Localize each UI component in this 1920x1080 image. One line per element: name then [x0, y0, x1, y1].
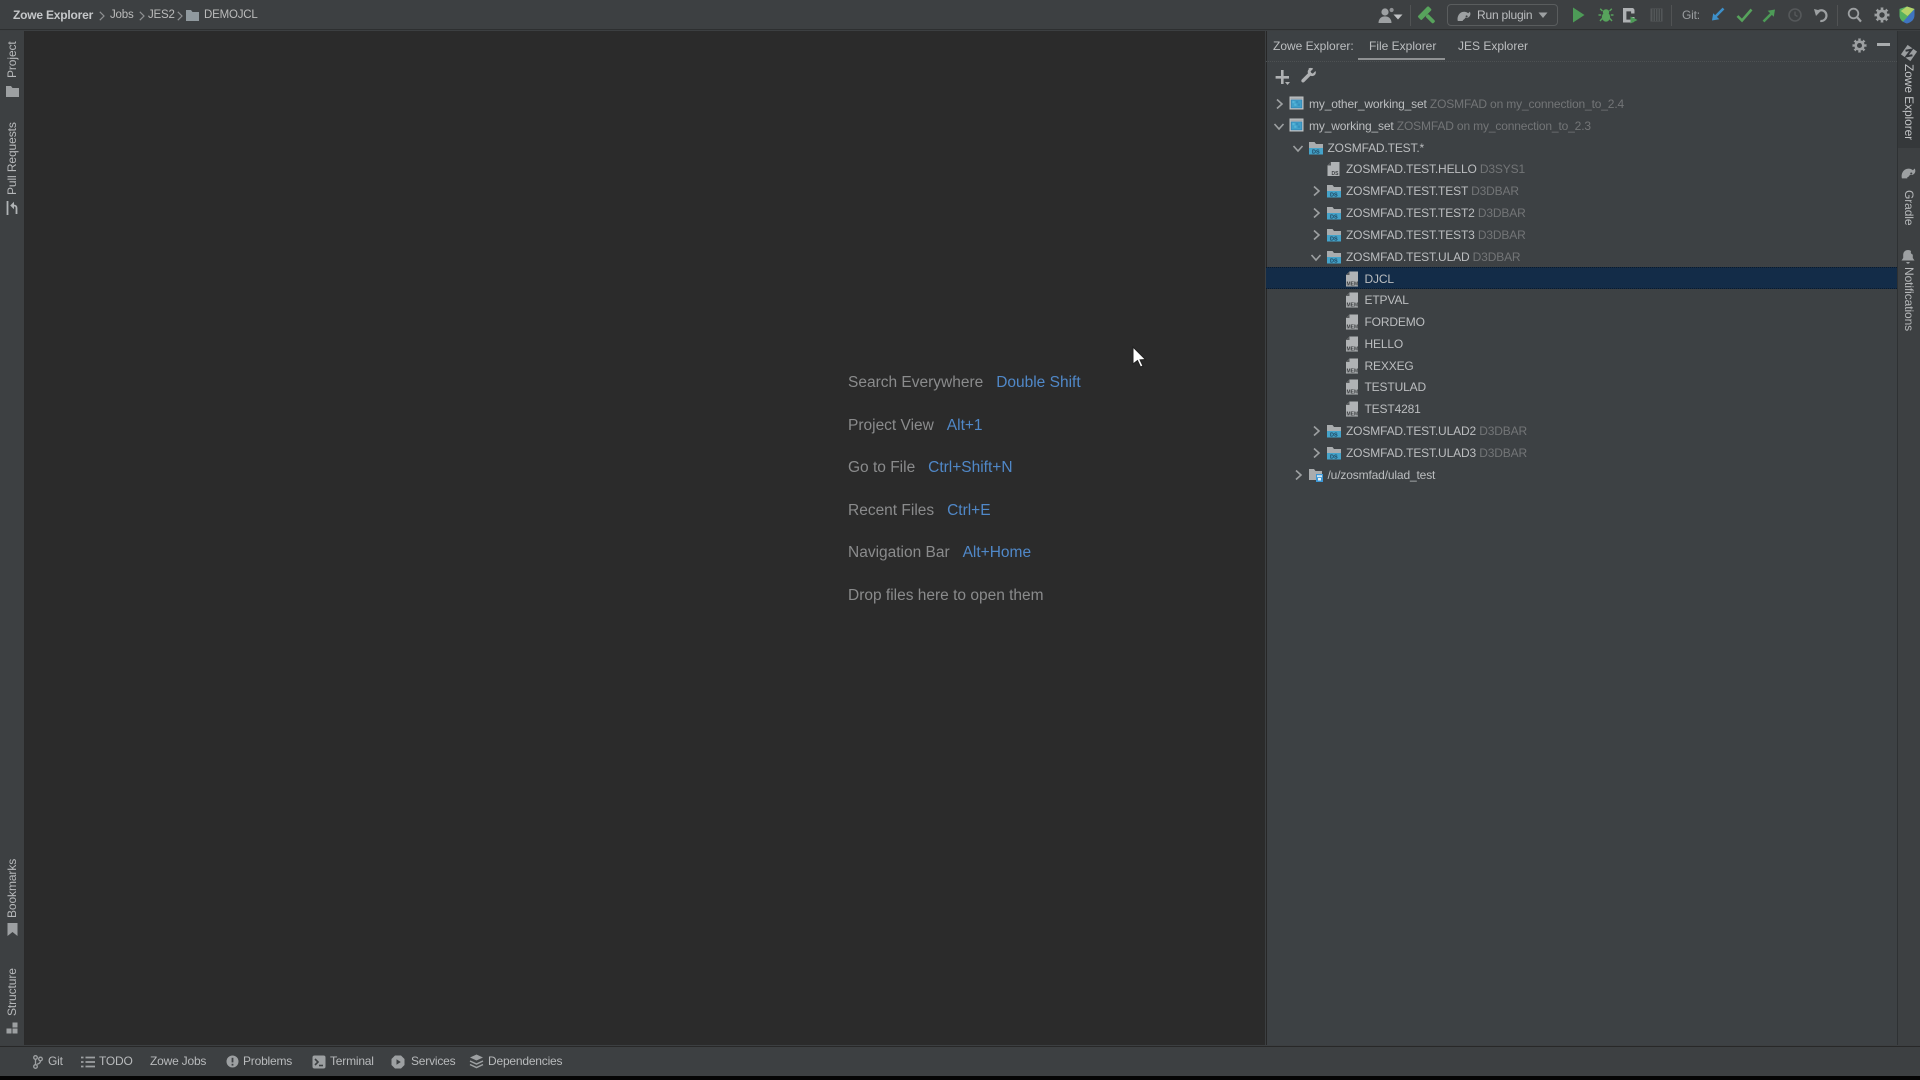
- svg-text:DS: DS: [1330, 236, 1338, 242]
- svg-text:MEM: MEM: [1346, 282, 1358, 288]
- svg-text:DS: DS: [1330, 454, 1338, 460]
- svg-text:DS: DS: [1330, 258, 1338, 264]
- svg-text:MEM: MEM: [1346, 412, 1358, 418]
- svg-text:DS: DS: [1330, 433, 1338, 439]
- svg-text:MEM: MEM: [1346, 325, 1358, 331]
- svg-text:MEM: MEM: [1346, 303, 1358, 309]
- svg-text:DS: DS: [1330, 215, 1338, 221]
- svg-text:DS: DS: [1330, 193, 1338, 199]
- svg-text:MEM: MEM: [1346, 368, 1358, 374]
- svg-text:DS: DS: [1332, 171, 1340, 177]
- svg-text:MEM: MEM: [1346, 346, 1358, 352]
- svg-text:DS: DS: [1312, 149, 1320, 155]
- svg-text:MEM: MEM: [1346, 390, 1358, 396]
